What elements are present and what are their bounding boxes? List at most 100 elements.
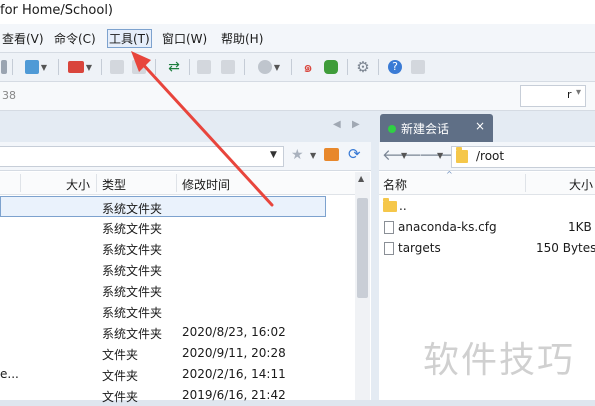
table-row[interactable]: 系统文件夹 bbox=[0, 280, 355, 301]
remote-path-bar: 🡐 ▼ 🡒 ▼ /root bbox=[379, 142, 595, 171]
list-item[interactable]: anaconda-ks.cfg 1KB bbox=[379, 217, 595, 238]
tab-scroll-left-icon[interactable]: ◀ bbox=[333, 119, 341, 130]
remote-list-header: 名称 ^ 大小 bbox=[379, 170, 595, 195]
folder-icon bbox=[456, 147, 468, 166]
column-type[interactable]: 类型 bbox=[102, 176, 126, 193]
local-path-bar: ▼ ★ ▼ ⟳ bbox=[0, 142, 371, 171]
sync-icon bbox=[24, 60, 39, 74]
toolbar: ▼ ▼ ⇄ ▼ ๑ ⚙ ? bbox=[0, 53, 595, 82]
circle-icon bbox=[257, 60, 272, 74]
tab-label: 新建会话 bbox=[401, 122, 450, 136]
table-row[interactable]: 系统文件夹 2020/8/23, 16:02 bbox=[0, 322, 355, 343]
plugin-icon[interactable] bbox=[322, 58, 340, 76]
menu-help[interactable]: 帮助(H) bbox=[219, 30, 265, 47]
vertical-scrollbar[interactable]: ▲ bbox=[355, 172, 370, 400]
swirl-icon[interactable]: ๑ bbox=[299, 58, 317, 76]
home-icon[interactable] bbox=[324, 148, 339, 164]
clipboard-icon[interactable] bbox=[220, 58, 236, 76]
tab-new-session[interactable]: 新建会话 × bbox=[380, 114, 493, 142]
file-icon bbox=[384, 242, 394, 258]
table-row[interactable]: 系统文件夹 bbox=[0, 238, 355, 259]
file-modified: 2020/8/23, 16:02 bbox=[182, 325, 286, 339]
table-row[interactable]: 系统文件夹 bbox=[0, 301, 355, 322]
address-input-right[interactable]: r ▾ bbox=[520, 85, 586, 107]
column-size[interactable]: 大小 bbox=[66, 176, 90, 193]
file-type: 系统文件夹 bbox=[102, 327, 163, 341]
file-type: 系统文件夹 bbox=[102, 285, 163, 299]
title-bar: for Home/School) bbox=[0, 0, 595, 24]
column-size[interactable]: 大小 bbox=[569, 176, 593, 193]
sync-settings-button[interactable]: ▼ bbox=[20, 58, 52, 76]
duplicate-icon[interactable] bbox=[196, 58, 212, 76]
help-icon[interactable]: ? bbox=[386, 58, 404, 76]
local-list-header: 大小 类型 修改时间 bbox=[0, 172, 355, 195]
chevron-down-icon[interactable]: ▼ bbox=[310, 151, 316, 160]
menu-tools[interactable]: 工具(T) bbox=[107, 29, 152, 48]
file-type: 系统文件夹 bbox=[102, 222, 163, 236]
address-row: 38 bbox=[0, 82, 595, 111]
toolbar-overflow-icon[interactable] bbox=[0, 58, 8, 76]
table-row[interactable]: 文件夹 2020/9/11, 20:28 bbox=[0, 343, 355, 364]
column-modified[interactable]: 修改时间 bbox=[182, 176, 230, 193]
menu-bar: 查看(V) 命令(C) 工具(T) 窗口(W) 帮助(H) bbox=[0, 24, 595, 53]
list-item[interactable]: targets 150 Bytes bbox=[379, 238, 595, 259]
scroll-up-icon[interactable]: ▲ bbox=[358, 174, 364, 183]
table-row[interactable]: 系统文件夹 bbox=[0, 196, 326, 217]
sort-asc-icon: ^ bbox=[446, 170, 453, 179]
file-type: 系统文件夹 bbox=[102, 243, 163, 257]
gear-icon[interactable]: ⚙ bbox=[354, 58, 372, 76]
table-row[interactable]: 文件夹 2019/6/16, 21:42 bbox=[0, 385, 355, 406]
menu-window[interactable]: 窗口(W) bbox=[160, 30, 209, 47]
session-tab-bar: ◀ ▶ 新建会话 × bbox=[0, 111, 595, 142]
table-row[interactable]: e... 文件夹 2020/2/16, 14:11 bbox=[0, 364, 355, 385]
refresh-icon[interactable]: ⟳ bbox=[348, 145, 361, 163]
window-title: for Home/School) bbox=[0, 3, 114, 18]
play-icon bbox=[67, 61, 84, 73]
chevron-down-icon[interactable]: ▼ bbox=[401, 151, 407, 160]
remote-path-input[interactable]: /root bbox=[451, 146, 595, 168]
address-fragment: 38 bbox=[2, 89, 16, 102]
tab-scroll-right-icon[interactable]: ▶ bbox=[352, 119, 360, 130]
file-type: 文件夹 bbox=[102, 369, 139, 383]
menu-view[interactable]: 查看(V) bbox=[0, 30, 46, 47]
file-name: anaconda-ks.cfg bbox=[398, 220, 497, 234]
file-type: 系统文件夹 bbox=[102, 264, 163, 278]
close-icon[interactable]: × bbox=[475, 119, 485, 133]
list-item[interactable]: .. bbox=[379, 196, 595, 217]
table-row[interactable]: 系统文件夹 bbox=[0, 217, 355, 238]
menu-command[interactable]: 命令(C) bbox=[52, 30, 98, 47]
file-type: 系统文件夹 bbox=[102, 306, 163, 320]
address-right-value: r bbox=[567, 88, 572, 101]
paste-icon[interactable] bbox=[131, 58, 147, 76]
file-size: 150 Bytes bbox=[536, 241, 595, 255]
remote-path-value: /root bbox=[476, 149, 505, 163]
copy-icon[interactable] bbox=[109, 58, 125, 76]
bookmark-star-icon[interactable]: ★ bbox=[291, 147, 304, 163]
chevron-down-icon[interactable]: ▾ bbox=[576, 87, 581, 98]
file-modified: 2020/9/11, 20:28 bbox=[182, 346, 286, 360]
chevron-down-icon[interactable]: ▼ bbox=[270, 150, 277, 160]
file-name: e... bbox=[0, 367, 19, 381]
transfer-icon[interactable]: ⇄ bbox=[165, 58, 183, 76]
chevron-down-icon[interactable]: ▼ bbox=[437, 151, 443, 160]
run-button[interactable]: ▼ bbox=[64, 58, 96, 76]
file-type: 系统文件夹 bbox=[102, 202, 163, 216]
local-path-input[interactable]: ▼ bbox=[0, 146, 284, 167]
table-row[interactable]: 系统文件夹 bbox=[0, 259, 355, 280]
file-name: .. bbox=[399, 199, 407, 213]
file-type: 文件夹 bbox=[102, 390, 139, 404]
pane-splitter[interactable] bbox=[371, 142, 379, 400]
chat-icon[interactable] bbox=[409, 58, 427, 76]
file-icon bbox=[384, 221, 394, 237]
column-name[interactable]: 名称 bbox=[383, 176, 407, 193]
status-button[interactable]: ▼ bbox=[252, 58, 286, 76]
file-size: 1KB bbox=[568, 220, 592, 234]
watermark-text: 软件技巧 bbox=[423, 340, 576, 381]
file-type: 文件夹 bbox=[102, 348, 139, 362]
folder-icon bbox=[383, 198, 397, 215]
scrollbar-thumb[interactable] bbox=[357, 198, 368, 298]
connected-status-icon bbox=[388, 125, 396, 133]
file-modified: 2020/2/16, 14:11 bbox=[182, 367, 286, 381]
local-file-pane: ▼ ★ ▼ ⟳ 大小 类型 修改时间 系统文件夹 系统文件夹 系统文件夹 系统文… bbox=[0, 142, 372, 404]
file-name: targets bbox=[398, 241, 441, 255]
